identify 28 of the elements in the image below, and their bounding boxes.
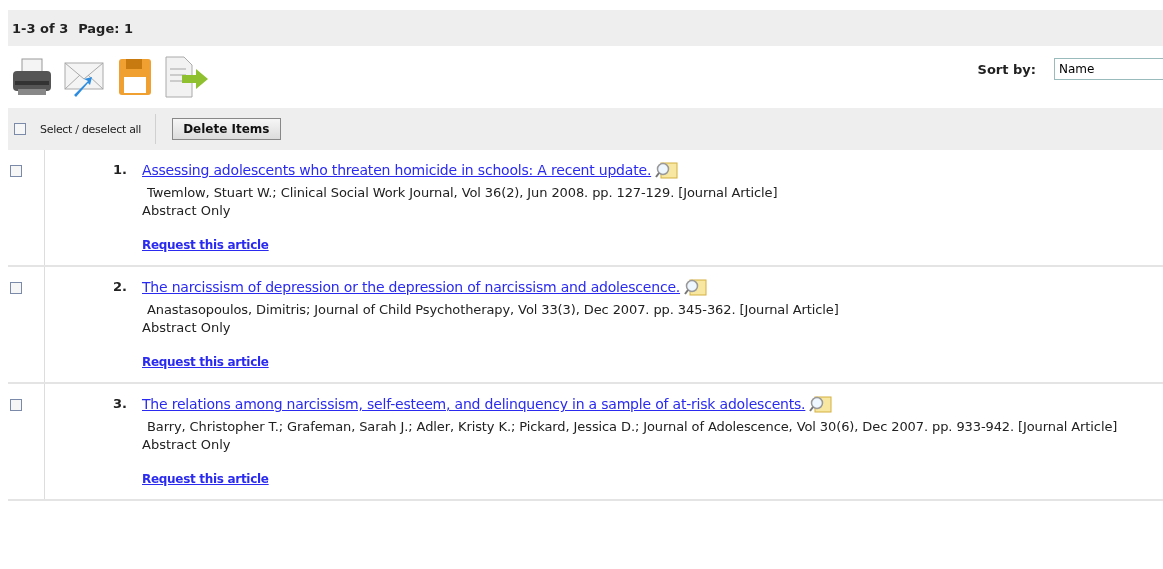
result-number: 2. — [113, 279, 127, 294]
request-article-link[interactable]: Request this article — [142, 238, 269, 252]
result-number: 1. — [113, 162, 127, 177]
document-magnifier-icon[interactable] — [684, 277, 709, 297]
select-all-label: Select / deselect all — [40, 122, 142, 136]
sort-label: Sort by: — [977, 62, 1036, 77]
article-title-link[interactable]: Assessing adolescents who threaten homicide in schools: A recent update. — [142, 162, 652, 178]
result-number: 3. — [113, 396, 127, 411]
availability: Abstract Only — [142, 202, 232, 220]
citation: Anastasopoulos, Dimitris; Journal of Child Psychotherapy, Vol 33(3), Dec 2007. pp. 345-362. [Journal Article] — [146, 301, 840, 319]
article-title-link[interactable]: The relations among narcissism, self-esteem, and delinquency in a sample of at-risk adolescents. — [142, 396, 806, 412]
result-checkbox[interactable] — [10, 165, 22, 177]
delete-items-button[interactable]: Delete Items — [172, 118, 281, 140]
document-magnifier-icon[interactable] — [809, 394, 834, 414]
result-checkbox[interactable] — [10, 399, 22, 411]
result-count: 1-3 of 3 — [12, 20, 69, 36]
sort-field[interactable]: Name — [1054, 58, 1163, 80]
page-number: Page: 1 — [78, 20, 133, 36]
request-article-link[interactable]: Request this article — [142, 472, 269, 486]
citation: Twemlow, Stuart W.; Clinical Social Work Journal, Vol 36(2), Jun 2008. pp. 127-129. [Journal Article] — [146, 184, 779, 202]
article-title-link[interactable]: The narcissism of depression or the depression of narcissism and adolescence. — [142, 279, 681, 295]
request-article-link[interactable]: Request this article — [142, 355, 269, 369]
result-checkbox[interactable] — [10, 282, 22, 294]
citation: Barry, Christopher T.; Grafeman, Sarah J.; Adler, Kristy K.; Pickard, Jessica D.; Journal of Adolescence, Vol 30(6), Dec 2007. pp. 933-942. [Journal Article] — [146, 418, 1119, 436]
availability: Abstract Only — [142, 436, 232, 454]
availability: Abstract Only — [142, 319, 232, 337]
select-all-checkbox[interactable] — [14, 123, 26, 135]
document-magnifier-icon[interactable] — [655, 160, 680, 180]
